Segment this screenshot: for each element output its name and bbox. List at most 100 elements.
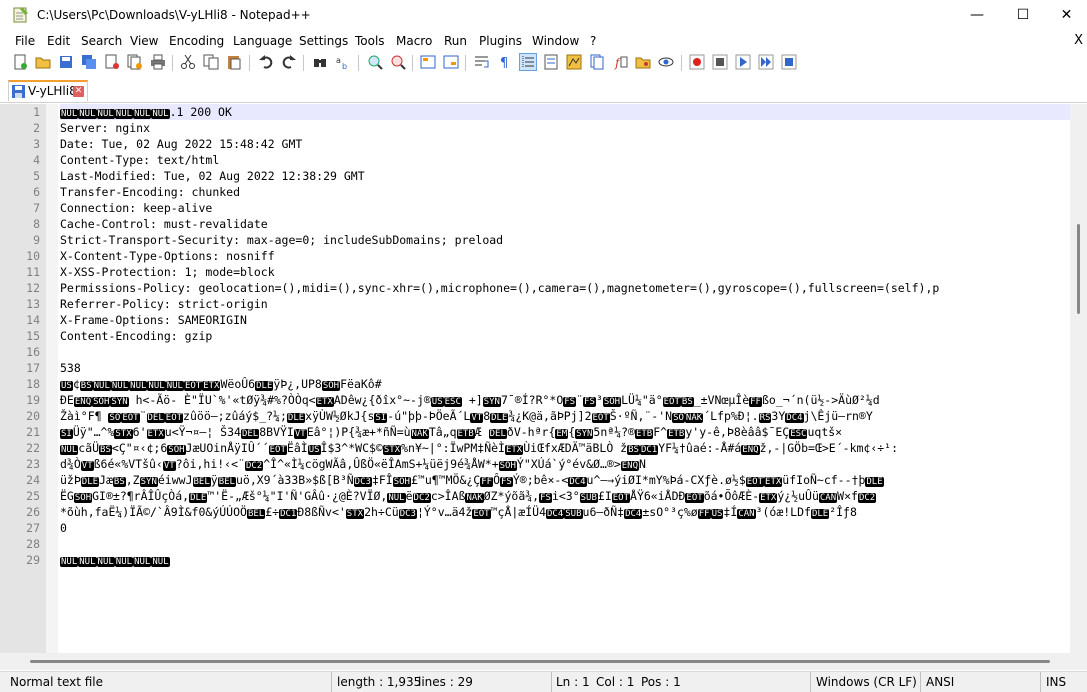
save-macro-icon[interactable]	[781, 54, 797, 70]
line-number: 11	[26, 265, 40, 279]
redo-icon[interactable]	[281, 54, 297, 70]
paste-icon[interactable]	[226, 54, 242, 70]
line-number: 28	[26, 537, 40, 551]
menu-view[interactable]: View	[130, 34, 158, 48]
undo-icon[interactable]	[258, 54, 274, 70]
stop-macro-icon[interactable]	[712, 54, 728, 70]
menu-macro[interactable]: Macro	[396, 34, 432, 48]
text-area[interactable]: NUL NUL NUL NUL NUL NUL.1 200 OK Server: ngin…	[60, 104, 1070, 653]
editor[interactable]: 1 2 3 4 5 6 7 8 9 10 11 12 13 14 15 16 17 18 19 20 21 22 23 24 2…	[0, 104, 1087, 653]
menu-language[interactable]: Language	[233, 34, 292, 48]
line-number: 16	[26, 345, 40, 359]
status-encoding: ANSI	[926, 675, 955, 689]
menu-edit[interactable]: Edit	[47, 34, 70, 48]
toolbar-separator	[303, 55, 304, 71]
menu-file[interactable]: File	[15, 34, 35, 48]
word-wrap-icon[interactable]	[474, 54, 490, 70]
menu-plugins[interactable]: Plugins	[479, 34, 522, 48]
line-number: 7	[33, 201, 40, 215]
indent-guide-icon[interactable]	[519, 53, 537, 71]
line-number: 27	[26, 521, 40, 535]
zoom-in-icon[interactable]	[367, 54, 383, 70]
open-file-icon[interactable]	[35, 54, 51, 70]
code-line: US¢BS NUL NUL NUL NUL NUL EOT ETXWëoÛ6DLEÿÞ¿,UP…	[60, 377, 382, 391]
cut-icon[interactable]	[180, 54, 196, 70]
menu-window[interactable]: Window	[532, 34, 579, 48]
status-insert-mode: INS	[1046, 675, 1067, 689]
line-number: 19	[26, 393, 40, 407]
function-list-icon[interactable]: f	[612, 54, 628, 70]
code-line: 538	[60, 361, 81, 375]
close-all-icon[interactable]	[127, 54, 143, 70]
line-number: 23	[26, 457, 40, 471]
code-line: NUL NUL NUL NUL NUL NUL	[60, 557, 170, 567]
toolbar-separator	[172, 55, 173, 71]
line-number: 14	[26, 313, 40, 327]
maximize-button[interactable]: ☐	[1000, 0, 1046, 30]
toolbar-separator	[681, 55, 682, 71]
replace-icon[interactable]: ab	[335, 54, 351, 70]
user-defined-language-icon[interactable]	[543, 54, 559, 70]
folder-as-workspace-icon[interactable]	[635, 54, 651, 70]
print-icon[interactable]	[150, 54, 166, 70]
new-file-icon[interactable]	[12, 54, 28, 70]
vertical-scrollbar[interactable]	[1070, 104, 1087, 653]
code-line: SIÜÿ"…^%STX6'ETXu<Ÿ¬¤—¦ Š34DEL8BVŸIVTEâ°…	[60, 425, 843, 439]
sync-vertical-icon[interactable]	[420, 54, 436, 70]
horizontal-scroll-thumb[interactable]	[30, 660, 1050, 663]
code-line: NUL NUL NUL NUL NUL NUL.1 200 OK	[60, 104, 1070, 120]
toolbar-separator	[412, 55, 413, 71]
menu-tools[interactable]: Tools	[355, 34, 385, 48]
run-macro-multiple-icon[interactable]	[758, 54, 774, 70]
minimize-button[interactable]: —	[954, 0, 1000, 30]
line-number: 15	[26, 329, 40, 343]
menu-help[interactable]: ?	[590, 34, 596, 48]
play-macro-icon[interactable]	[735, 54, 751, 70]
line-number: 21	[26, 425, 40, 439]
menu-encoding[interactable]: Encoding	[169, 34, 224, 48]
line-number: 24	[26, 473, 40, 487]
menu-bar: File Edit Search View Encoding Language …	[0, 31, 1087, 51]
line-number: 1	[33, 105, 40, 119]
close-document-button[interactable]: X	[1074, 33, 1083, 48]
show-all-characters-icon[interactable]: ¶	[497, 54, 513, 70]
document-map-icon[interactable]	[566, 54, 582, 70]
save-icon	[12, 85, 25, 98]
close-tab-icon[interactable]: ✕	[73, 86, 84, 97]
copy-icon[interactable]	[203, 54, 219, 70]
toolbar: ab ¶ f	[0, 51, 1087, 76]
line-number: 4	[33, 153, 40, 167]
line-number: 5	[33, 169, 40, 183]
sync-horizontal-icon[interactable]	[443, 54, 459, 70]
save-icon[interactable]	[58, 54, 74, 70]
toolbar-separator	[249, 55, 250, 71]
line-number: 13	[26, 297, 40, 311]
find-icon[interactable]	[312, 54, 328, 70]
close-icon: ✕	[1060, 7, 1073, 23]
status-eol: Windows (CR LF)	[816, 675, 917, 689]
menu-search[interactable]: Search	[81, 34, 122, 48]
record-macro-icon[interactable]	[689, 54, 705, 70]
menu-settings[interactable]: Settings	[299, 34, 348, 48]
maximize-icon: ☐	[1016, 7, 1030, 23]
line-number: 26	[26, 505, 40, 519]
line-number: 9	[33, 233, 40, 247]
code-line: 0	[60, 521, 67, 535]
close-window-button[interactable]: ✕	[1046, 0, 1087, 30]
vertical-scroll-thumb[interactable]	[1077, 224, 1080, 314]
document-list-icon[interactable]	[589, 54, 605, 70]
code-line: Server: nginx	[60, 121, 151, 135]
tab-bar: V-yLHli8 ✕	[0, 78, 1087, 103]
menu-run[interactable]: Run	[444, 34, 467, 48]
status-file-type: Normal text file	[10, 675, 104, 689]
monitoring-icon[interactable]	[658, 54, 674, 70]
code-line: Content-Type: text/html	[60, 153, 220, 167]
tab-document[interactable]: V-yLHli8 ✕	[8, 80, 88, 101]
horizontal-scrollbar[interactable]	[0, 653, 1087, 670]
zoom-out-icon[interactable]	[390, 54, 406, 70]
close-file-icon[interactable]	[104, 54, 120, 70]
status-separator	[810, 672, 811, 692]
save-all-icon[interactable]	[81, 54, 97, 70]
tab-label: V-yLHli8	[28, 84, 77, 98]
line-number: 17	[26, 361, 40, 375]
